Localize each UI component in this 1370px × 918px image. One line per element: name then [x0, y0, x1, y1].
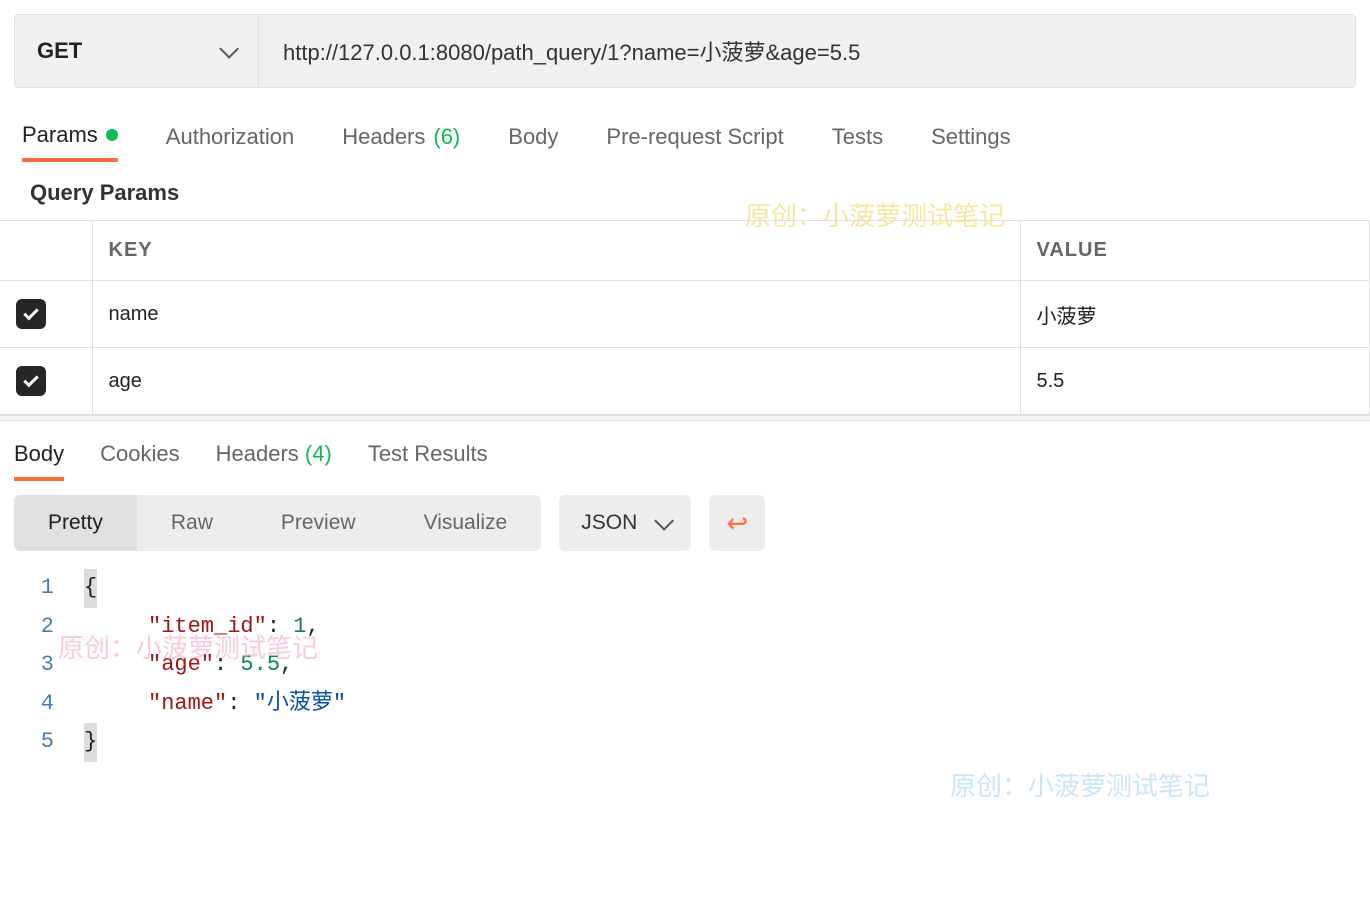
- params-checkbox-header: [0, 221, 92, 281]
- resp-tab-testresults[interactable]: Test Results: [368, 441, 488, 481]
- tab-settings[interactable]: Settings: [931, 122, 1011, 162]
- format-select[interactable]: JSON: [559, 495, 691, 551]
- query-params-title: Query Params: [30, 180, 1370, 206]
- wrap-lines-icon: ↩: [726, 510, 748, 536]
- url-input[interactable]: http://127.0.0.1:8080/path_query/1?name=…: [259, 15, 1355, 87]
- tab-tests[interactable]: Tests: [832, 122, 883, 162]
- request-tabs: Params Authorization Headers (6) Body Pr…: [22, 122, 1370, 162]
- tab-prerequest[interactable]: Pre-request Script: [606, 122, 783, 162]
- http-method-select[interactable]: GET: [15, 15, 259, 87]
- tab-body[interactable]: Body: [508, 122, 558, 162]
- view-mode-pretty[interactable]: Pretty: [14, 495, 137, 551]
- response-body[interactable]: 1 { 2 "item_id": 1, 3 "age": 5.5, 4 "nam…: [14, 569, 1370, 762]
- resp-tab-body[interactable]: Body: [14, 441, 64, 481]
- view-mode-raw[interactable]: Raw: [137, 495, 247, 551]
- request-bar: GET http://127.0.0.1:8080/path_query/1?n…: [14, 14, 1356, 88]
- url-text: http://127.0.0.1:8080/path_query/1?name=…: [283, 35, 860, 67]
- response-view-controls: Pretty Raw Preview Visualize JSON ↩: [14, 495, 1370, 551]
- params-value-header: VALUE: [1020, 221, 1370, 281]
- resp-tab-cookies[interactable]: Cookies: [100, 441, 179, 481]
- watermark: 原创：小菠萝测试笔记: [950, 766, 1210, 803]
- tab-headers[interactable]: Headers (6): [342, 122, 460, 162]
- resp-tab-headers[interactable]: Headers (4): [216, 441, 332, 481]
- line-number: 3: [14, 646, 84, 685]
- param-value-cell[interactable]: 5.5: [1020, 348, 1370, 415]
- table-row: age 5.5: [0, 348, 1370, 415]
- param-value-cell[interactable]: 小菠萝: [1020, 281, 1370, 348]
- chevron-down-icon: [654, 511, 674, 531]
- param-checkbox[interactable]: [16, 299, 46, 329]
- tab-authorization[interactable]: Authorization: [166, 122, 294, 162]
- wrap-lines-button[interactable]: ↩: [709, 495, 765, 551]
- http-method-label: GET: [37, 38, 82, 64]
- view-mode-preview[interactable]: Preview: [247, 495, 390, 551]
- check-icon: [23, 305, 39, 321]
- line-number: 4: [14, 685, 84, 724]
- view-mode-group: Pretty Raw Preview Visualize: [14, 495, 541, 551]
- params-key-header: KEY: [92, 221, 1020, 281]
- tab-params[interactable]: Params: [22, 122, 118, 162]
- line-number: 5: [14, 723, 84, 762]
- divider: [0, 415, 1370, 421]
- line-number: 2: [14, 608, 84, 647]
- param-key-cell[interactable]: age: [92, 348, 1020, 415]
- param-key-cell[interactable]: name: [92, 281, 1020, 348]
- params-table: KEY VALUE name 小菠萝 age 5.5: [0, 220, 1370, 415]
- table-row: name 小菠萝: [0, 281, 1370, 348]
- response-tabs: Body Cookies Headers (4) Test Results: [14, 441, 1370, 481]
- params-active-dot: [106, 129, 118, 141]
- view-mode-visualize[interactable]: Visualize: [390, 495, 542, 551]
- line-number: 1: [14, 569, 84, 608]
- check-icon: [23, 372, 39, 388]
- param-checkbox[interactable]: [16, 366, 46, 396]
- chevron-down-icon: [219, 39, 239, 59]
